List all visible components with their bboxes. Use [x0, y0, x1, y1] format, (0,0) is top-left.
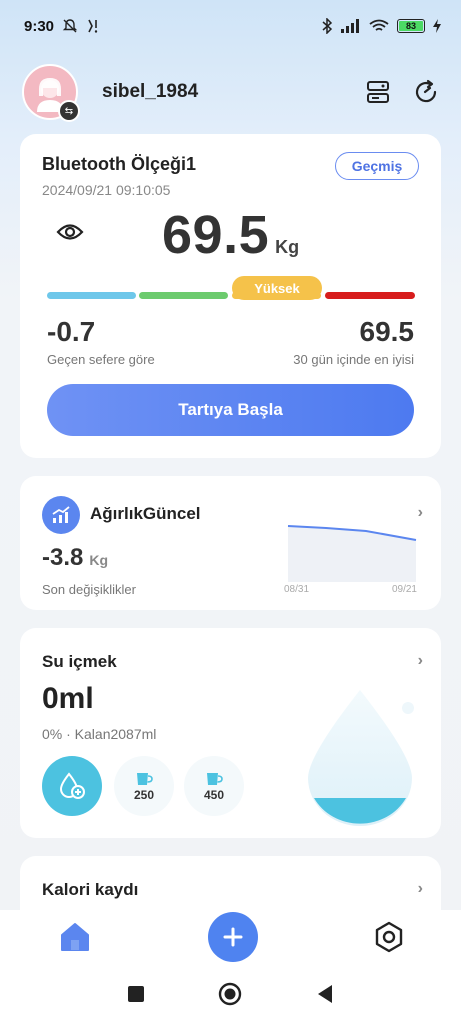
- chevron-right-icon[interactable]: ›: [418, 504, 423, 522]
- weight-change: -3.8 Kg: [42, 544, 108, 572]
- bluetooth-icon: [322, 18, 333, 34]
- weight-card-title: AğırlıkGüncel: [90, 504, 201, 523]
- trend-chart-icon: [42, 496, 80, 534]
- weight-value: 69.5: [162, 205, 270, 265]
- water-amount: 0ml: [42, 682, 94, 715]
- signal-icon: [341, 19, 359, 33]
- weight-display: 69.5 Kg: [162, 204, 299, 266]
- chart-axis-start: 08/31: [284, 584, 310, 595]
- battery-icon: 83: [397, 19, 425, 33]
- chart-axis-end: 09/21: [391, 584, 417, 595]
- cup-250-button[interactable]: 250: [114, 756, 174, 816]
- system-navigation: [0, 964, 461, 1024]
- range-segment-normal: [139, 292, 228, 299]
- start-weighing-button[interactable]: Tartıya Başla: [47, 384, 414, 436]
- device-name: Bluetooth Ölçeği1: [42, 154, 197, 174]
- home-icon[interactable]: [58, 921, 92, 953]
- cup-large-label: 450: [203, 788, 225, 802]
- weight-trend-card[interactable]: AğırlıkGüncel › -3.8 Kg Son değişiklikle…: [20, 476, 441, 610]
- range-segment-very-high: [325, 292, 415, 299]
- water-subtitle: 0% · Kalan2087ml: [42, 726, 157, 742]
- water-card[interactable]: Su içmek › 0ml 0% · Kalan2087ml 250 450: [20, 628, 441, 838]
- diff-value: -0.7: [47, 316, 96, 347]
- battery-level: 83: [399, 21, 423, 31]
- cup-small-label: 250: [133, 788, 155, 802]
- range-segment-low: [47, 292, 136, 299]
- avatar[interactable]: ⇆: [22, 64, 80, 122]
- profile-header: ⇆ sibel_1984: [0, 62, 461, 122]
- home-circle-icon[interactable]: [218, 982, 242, 1006]
- scale-card: Bluetooth Ölçeği1 2024/09/21 09:10:05 Ge…: [20, 134, 441, 458]
- status-left: 9:30: [24, 18, 100, 35]
- measurement-timestamp: 2024/09/21 09:10:05: [42, 182, 171, 198]
- status-bar: 9:30 83: [0, 0, 461, 52]
- weight-unit: Kg: [275, 237, 300, 257]
- plus-icon: [223, 927, 242, 947]
- best-value: 69.5: [359, 316, 415, 347]
- hexagon-settings-icon[interactable]: [373, 921, 405, 953]
- username: sibel_1984: [102, 81, 199, 102]
- cup-450-button[interactable]: 450: [184, 756, 244, 816]
- mute-bell-icon: [62, 19, 78, 33]
- chevron-right-icon[interactable]: ›: [418, 652, 423, 670]
- cup-icon: [137, 773, 153, 785]
- bottom-navigation: [0, 910, 461, 964]
- change-label: Son değişiklikler: [42, 582, 136, 597]
- charging-icon: [433, 19, 441, 33]
- status-badge: Yüksek: [232, 276, 322, 300]
- weight-trend-sparkline: [287, 525, 417, 582]
- water-drop-plus-icon: [59, 772, 85, 799]
- diff-label: Geçen sefere göre: [47, 352, 155, 367]
- status-right: 83: [321, 18, 441, 34]
- add-water-button[interactable]: [42, 756, 102, 816]
- wifi-icon: [369, 19, 389, 31]
- water-title: Su içmek: [42, 652, 117, 671]
- device-manage-icon[interactable]: [365, 79, 391, 105]
- switch-user-icon[interactable]: ⇆: [58, 100, 80, 122]
- calorie-title: Kalori kaydı: [42, 880, 139, 899]
- best-label: 30 gün içinde en iyisi: [293, 352, 414, 367]
- chevron-right-icon[interactable]: ›: [418, 880, 423, 898]
- history-button[interactable]: Geçmiş: [335, 152, 419, 180]
- vibrate-icon: [88, 19, 98, 33]
- change-unit: Kg: [89, 552, 109, 568]
- cup-icon: [207, 773, 223, 785]
- refresh-icon[interactable]: [413, 79, 439, 105]
- recents-square-icon[interactable]: [127, 985, 145, 1003]
- change-value: -3.8: [42, 544, 84, 571]
- status-time: 9:30: [24, 17, 55, 35]
- eye-icon[interactable]: [56, 222, 84, 242]
- back-triangle-icon[interactable]: [316, 984, 334, 1004]
- bmi-range-bar: [47, 292, 415, 300]
- add-button[interactable]: [207, 912, 258, 962]
- header-actions: [365, 79, 439, 105]
- water-level-drop-icon: [308, 690, 414, 826]
